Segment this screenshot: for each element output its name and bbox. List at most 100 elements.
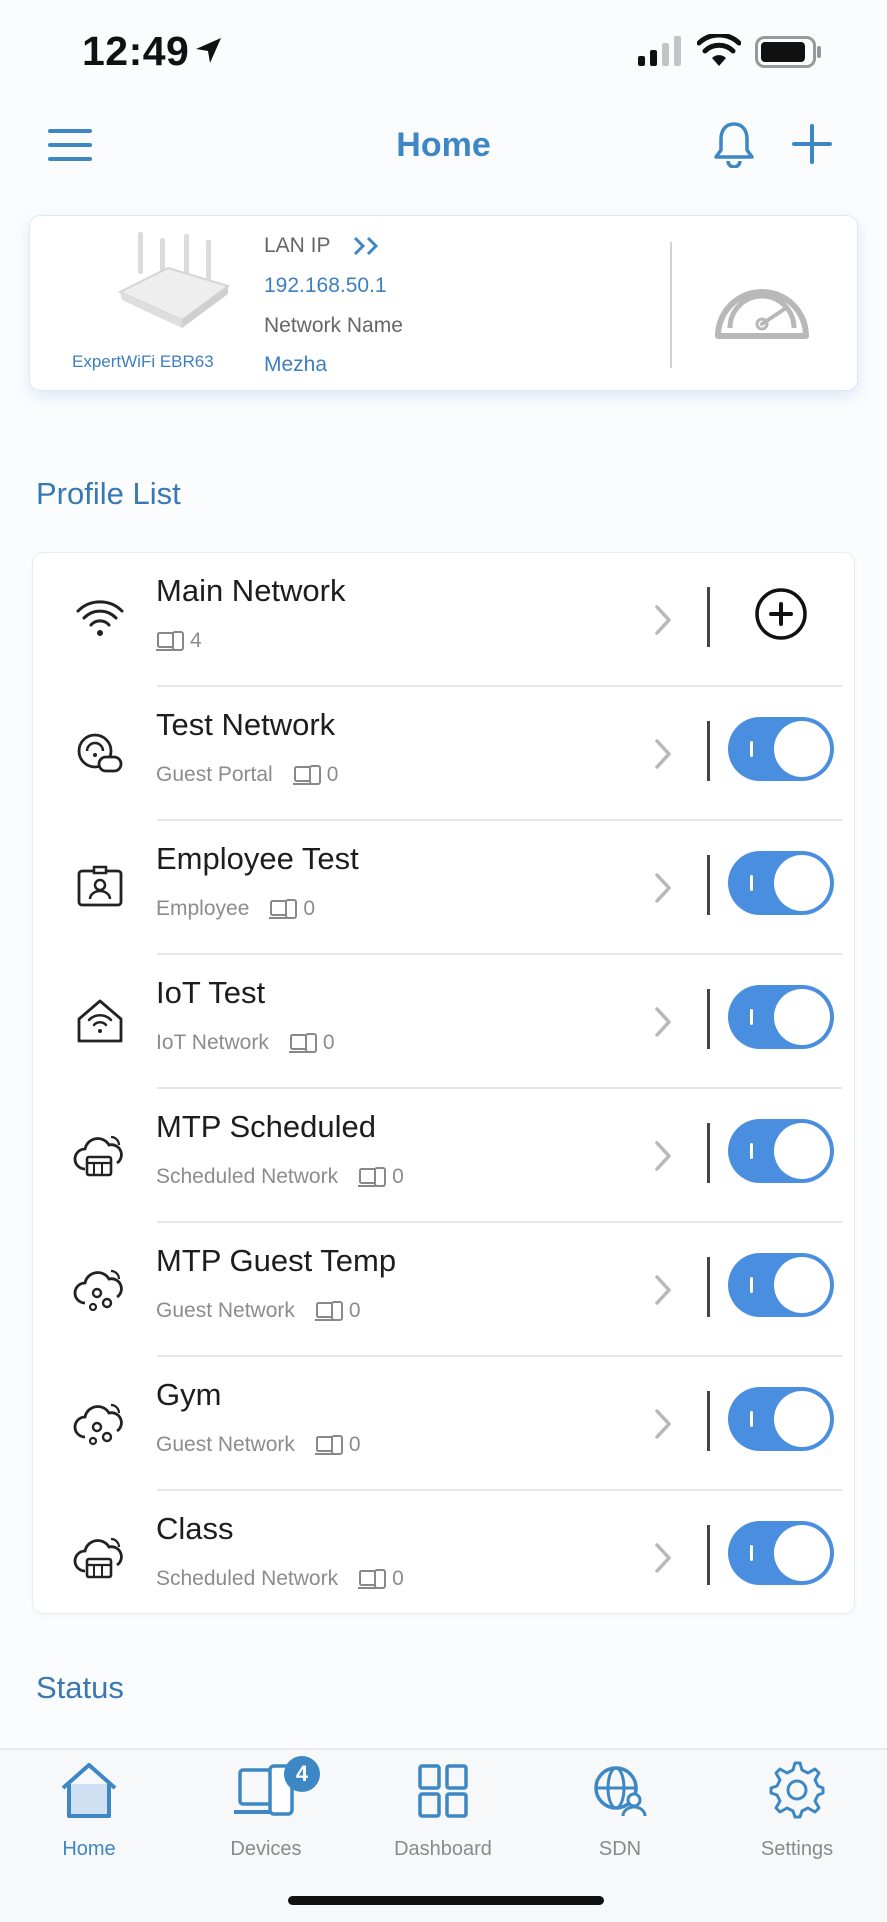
device-count-icon — [358, 1569, 387, 1589]
guest-portal-icon — [73, 727, 127, 781]
network-name-value: Mezha — [264, 353, 328, 376]
device-count-icon — [314, 1301, 343, 1321]
profile-name: Class — [156, 1511, 234, 1546]
row-divider — [707, 1123, 710, 1183]
device-count: 0 — [303, 897, 316, 920]
device-count-icon — [358, 1167, 387, 1187]
profile-row[interactable]: Gym Guest Network 0 — [33, 1357, 854, 1491]
toggle-knob — [774, 721, 830, 777]
profile-list: Main Network 4 Test Network Guest Portal 0 Em… — [33, 553, 854, 1613]
device-count-icon — [288, 1033, 317, 1053]
profile-row[interactable]: Class Scheduled Network 0 — [33, 1491, 854, 1625]
profile-name: MTP Scheduled — [156, 1109, 376, 1144]
home-icon — [61, 1763, 117, 1818]
network-name-label: Network Name — [264, 314, 403, 337]
profile-row[interactable]: Employee Test Employee 0 — [33, 821, 854, 955]
profile-row[interactable]: MTP Scheduled Scheduled Network 0 — [33, 1089, 854, 1223]
scheduled-network-icon — [73, 1129, 127, 1183]
chevron-right-icon[interactable] — [653, 1139, 675, 1178]
device-count-icon — [314, 1435, 343, 1455]
profile-type: Guest Network — [156, 1299, 295, 1322]
cellular-signal-icon — [638, 36, 681, 66]
profile-row[interactable]: Main Network 4 — [33, 553, 854, 687]
row-divider — [707, 1525, 710, 1585]
status-bar: 12:49 — [0, 0, 887, 100]
profile-name: Main Network — [156, 573, 346, 608]
device-count-icon — [292, 765, 321, 785]
devices-count-badge: 4 — [284, 1756, 320, 1792]
chevron-right-icon[interactable] — [653, 1273, 675, 1312]
profile-type: Employee — [156, 897, 250, 920]
tab-devices-label: Devices — [230, 1838, 302, 1860]
profile-name: Employee Test — [156, 841, 359, 876]
tab-dashboard-label: Dashboard — [394, 1838, 492, 1860]
toggle-knob — [774, 1525, 830, 1581]
toggle-knob — [774, 855, 830, 911]
row-divider — [707, 855, 710, 915]
row-divider — [707, 721, 710, 781]
chevron-right-icon[interactable] — [653, 1407, 675, 1446]
profile-subtitle: Scheduled Network 0 — [156, 1567, 404, 1591]
device-count: 0 — [322, 1031, 335, 1054]
iot-home-icon — [73, 995, 127, 1049]
profile-row[interactable]: IoT Test IoT Network 0 — [33, 955, 854, 1089]
tab-dashboard[interactable]: Dashboard — [368, 1750, 518, 1870]
device-count: 4 — [190, 629, 202, 652]
sdn-globe-icon — [594, 1766, 647, 1817]
chevron-right-icon[interactable] — [653, 603, 675, 642]
chevron-right-icon[interactable] — [653, 737, 675, 776]
add-icon[interactable] — [790, 122, 834, 166]
profile-type: Guest Network — [156, 1433, 295, 1456]
profile-row[interactable]: MTP Guest Temp Guest Network 0 — [33, 1223, 854, 1357]
profile-subtitle: 4 — [156, 629, 202, 653]
profile-subtitle: IoT Network 0 — [156, 1031, 335, 1055]
profile-name: Gym — [156, 1377, 222, 1412]
chevron-right-icon[interactable] — [653, 1541, 675, 1580]
row-divider — [707, 587, 710, 647]
double-chevron-right-icon[interactable] — [352, 236, 382, 256]
nav-bar: Home — [0, 110, 887, 180]
profile-toggle[interactable] — [728, 1119, 834, 1183]
status-time: 12:49 — [82, 28, 190, 74]
chevron-right-icon[interactable] — [653, 871, 675, 910]
settings-gear-icon — [769, 1761, 825, 1819]
chevron-right-icon[interactable] — [653, 1005, 675, 1044]
device-count: 0 — [392, 1165, 404, 1188]
toggle-on-mark — [750, 1143, 753, 1159]
battery-icon — [755, 36, 821, 68]
device-count: 0 — [348, 1299, 361, 1322]
profile-toggle[interactable] — [728, 985, 834, 1049]
dashboard-icon — [418, 1764, 468, 1818]
toggle-knob — [774, 1257, 830, 1313]
profile-subtitle: Guest Portal 0 — [156, 763, 338, 787]
tab-settings[interactable]: Settings — [722, 1750, 872, 1870]
router-card[interactable]: ExpertWiFi EBR63 LAN IP 192.168.50.1 Net… — [30, 216, 857, 390]
row-divider — [707, 1257, 710, 1317]
profile-subtitle: Employee 0 — [156, 897, 315, 921]
toggle-on-mark — [750, 741, 753, 757]
lan-ip-value: 192.168.50.1 — [264, 274, 387, 297]
profile-name: MTP Guest Temp — [156, 1243, 397, 1278]
notification-bell-icon[interactable] — [712, 120, 756, 168]
employee-badge-icon — [73, 861, 127, 915]
profile-name: IoT Test — [156, 975, 266, 1010]
profile-toggle[interactable] — [728, 851, 834, 915]
toggle-on-mark — [750, 1009, 753, 1025]
device-count: 0 — [392, 1567, 404, 1590]
speedometer-icon[interactable] — [710, 266, 814, 346]
profile-toggle[interactable] — [728, 1387, 834, 1451]
profile-subtitle: Scheduled Network 0 — [156, 1165, 404, 1189]
profile-toggle[interactable] — [728, 1521, 834, 1585]
profile-toggle[interactable] — [728, 717, 834, 781]
profile-row[interactable]: Test Network Guest Portal 0 — [33, 687, 854, 821]
toggle-on-mark — [750, 1545, 753, 1561]
router-model: ExpertWiFi EBR63 — [72, 352, 214, 371]
guest-network-icon — [73, 1397, 127, 1451]
add-circle-icon[interactable] — [753, 586, 809, 647]
tab-home-label: Home — [62, 1838, 116, 1860]
profile-toggle[interactable] — [728, 1253, 834, 1317]
profile-subtitle: Guest Network 0 — [156, 1299, 361, 1323]
status-section-title: Status — [36, 1670, 124, 1705]
tab-sdn[interactable]: SDN — [545, 1750, 695, 1870]
tab-home[interactable]: Home — [14, 1750, 164, 1870]
